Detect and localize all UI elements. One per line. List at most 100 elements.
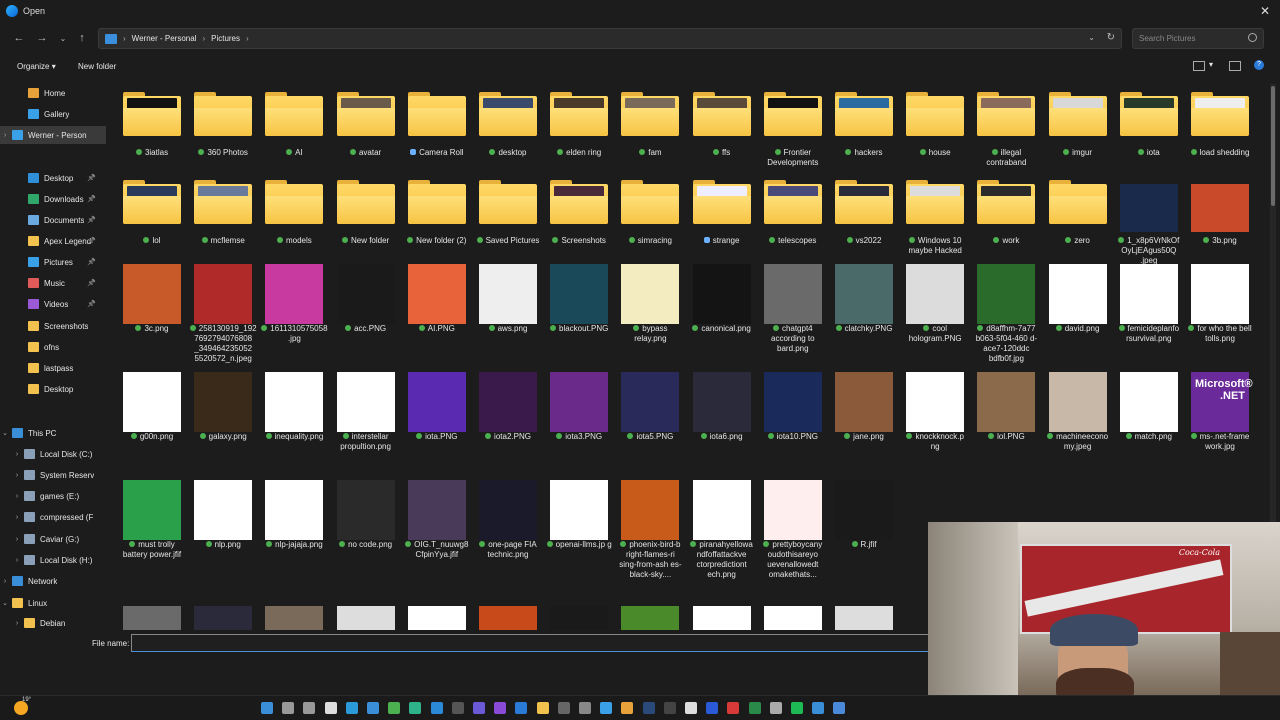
up-arrow-icon[interactable]: ↑ xyxy=(75,32,89,44)
search-icon[interactable] xyxy=(282,702,295,714)
pin-icon[interactable]: 📌 xyxy=(87,195,96,203)
chevron-right-icon[interactable]: › xyxy=(0,132,10,139)
chevron-right-icon[interactable]: › xyxy=(12,557,22,564)
chrome-icon[interactable] xyxy=(388,702,401,714)
chevron-right-icon[interactable]: › xyxy=(12,493,22,500)
chevron-right-icon[interactable]: › xyxy=(12,472,22,479)
pin-icon[interactable]: 📌 xyxy=(87,174,96,182)
nav-item-apex-legend[interactable]: Apex Legend 📌 xyxy=(0,232,106,250)
nav-item-home[interactable]: Home xyxy=(0,84,106,102)
chevron-right-icon[interactable]: › xyxy=(12,536,22,543)
forward-arrow-icon[interactable]: → xyxy=(35,32,49,44)
close-icon[interactable]: ✕ xyxy=(1260,4,1270,18)
filename-input[interactable] xyxy=(131,634,929,652)
synced-status-icon xyxy=(488,325,495,331)
pin-icon[interactable]: 📌 xyxy=(87,216,96,224)
github-icon[interactable] xyxy=(324,702,337,714)
pdf-icon[interactable] xyxy=(727,702,740,714)
search-box[interactable] xyxy=(1132,28,1264,49)
nav-item-lastpass[interactable]: lastpass xyxy=(0,359,106,377)
chrome-alt-icon[interactable] xyxy=(621,702,634,714)
help-icon[interactable]: ? xyxy=(1254,60,1264,70)
music-icon xyxy=(28,278,39,288)
preview-pane-icon[interactable] xyxy=(1229,61,1241,71)
mail-icon[interactable] xyxy=(515,702,528,714)
calculator-icon[interactable] xyxy=(557,702,570,714)
nav-item-local-disk-c[interactable]: › Local Disk (C:) xyxy=(0,445,106,463)
nav-item-werner-person[interactable]: › Werner - Person xyxy=(0,126,106,144)
nav-item-games-e[interactable]: › games (E:) xyxy=(0,487,106,505)
nav-item-compressed-f[interactable]: › compressed (F xyxy=(0,508,106,526)
chevron-right-icon[interactable]: › xyxy=(12,620,22,627)
vs-icon[interactable] xyxy=(494,702,507,714)
chevron-right-icon[interactable]: › xyxy=(0,578,10,585)
photos-icon[interactable] xyxy=(600,702,613,714)
item-label: AI.PNG xyxy=(403,324,471,334)
organize-button[interactable]: Organize ▾ xyxy=(17,62,56,71)
nav-item-caviar-g[interactable]: › Caviar (G:) xyxy=(0,530,106,548)
nav-item-debian[interactable]: › Debian xyxy=(0,614,106,630)
address-bar[interactable]: › Werner - Personal › Pictures › ⌄ ↻ xyxy=(98,28,1122,49)
pin-icon[interactable]: 📌 xyxy=(87,258,96,266)
item-name: one-page FIA technic.png xyxy=(487,540,537,559)
app-icon[interactable] xyxy=(812,702,825,714)
nav-item-documents[interactable]: Documents 📌 xyxy=(0,211,106,229)
settings-icon[interactable] xyxy=(579,702,591,714)
address-dropdown-icon[interactable]: ⌄ xyxy=(1088,33,1095,42)
nav-item-screenshots[interactable]: Screenshots xyxy=(0,317,106,335)
nav-item-local-disk-h[interactable]: › Local Disk (H:) xyxy=(0,551,106,569)
nav-item-network[interactable]: › Network xyxy=(0,572,106,590)
spotify-icon[interactable] xyxy=(791,702,803,714)
steam-icon[interactable] xyxy=(642,702,655,714)
nav-item-gallery[interactable]: Gallery xyxy=(0,105,106,123)
word-icon[interactable] xyxy=(706,702,719,714)
refresh-icon[interactable]: ↻ xyxy=(1107,32,1115,43)
task-view-icon[interactable] xyxy=(303,702,316,714)
nav-item-label: Local Disk (H:) xyxy=(40,555,93,565)
desktop-icon xyxy=(28,173,39,183)
view-dropdown-icon[interactable]: ▾ xyxy=(1209,60,1213,69)
search-input[interactable] xyxy=(1133,29,1245,48)
scrollbar-thumb[interactable] xyxy=(1271,86,1275,206)
view-mode-icon[interactable] xyxy=(1193,61,1205,71)
nav-item-ofns[interactable]: ofns xyxy=(0,338,106,356)
back-arrow-icon[interactable]: ← xyxy=(12,32,26,44)
weather-icon[interactable] xyxy=(14,701,28,715)
window-title: Open xyxy=(23,6,46,16)
nav-item-music[interactable]: Music 📌 xyxy=(0,274,106,292)
start-icon[interactable] xyxy=(261,702,273,714)
pin-icon[interactable]: 📌 xyxy=(87,279,96,287)
nav-item-system-reserv[interactable]: › System Reserv xyxy=(0,466,106,484)
pin-icon[interactable]: 📌 xyxy=(87,300,96,308)
pen-icon[interactable] xyxy=(769,702,782,714)
breadcrumb-pictures[interactable]: Pictures xyxy=(211,34,240,43)
nav-item-this-pc[interactable]: ⌄ This PC xyxy=(0,424,106,442)
nav-item-pictures[interactable]: Pictures 📌 xyxy=(0,253,106,271)
edge-dev-icon[interactable] xyxy=(409,702,422,714)
cloud-status-icon xyxy=(410,149,417,155)
nav-item-videos[interactable]: Videos 📌 xyxy=(0,295,106,313)
terminal-icon[interactable] xyxy=(451,702,464,714)
nav-item-downloads[interactable]: Downloads 📌 xyxy=(0,190,106,208)
excel-icon[interactable] xyxy=(748,702,761,714)
file-explorer-icon[interactable] xyxy=(536,702,549,714)
item-name: fam xyxy=(648,148,662,157)
notepad-icon[interactable] xyxy=(685,702,697,714)
chevron-right-icon[interactable]: › xyxy=(12,451,22,458)
nav-item-desktop[interactable]: Desktop xyxy=(0,380,106,398)
chevron-right-icon[interactable]: › xyxy=(12,514,22,521)
edge-icon[interactable] xyxy=(345,702,358,714)
nav-item-desktop[interactable]: Desktop 📌 xyxy=(0,169,106,187)
chevron-down-icon[interactable]: ⌄ xyxy=(0,599,10,607)
teams-icon[interactable] xyxy=(473,702,485,714)
pin-icon[interactable]: 📌 xyxy=(87,237,96,245)
new-folder-button[interactable]: New folder xyxy=(78,62,116,71)
recent-chevron-icon[interactable]: ⌄ xyxy=(56,34,70,43)
chat-icon[interactable] xyxy=(833,702,846,714)
nav-item-linux[interactable]: ⌄ Linux xyxy=(0,594,106,612)
breadcrumb-werner-personal[interactable]: Werner - Personal xyxy=(132,34,197,43)
chevron-down-icon[interactable]: ⌄ xyxy=(0,429,10,437)
store-icon[interactable] xyxy=(367,702,379,714)
obs-icon[interactable] xyxy=(663,702,676,714)
vscode-icon[interactable] xyxy=(430,702,443,714)
